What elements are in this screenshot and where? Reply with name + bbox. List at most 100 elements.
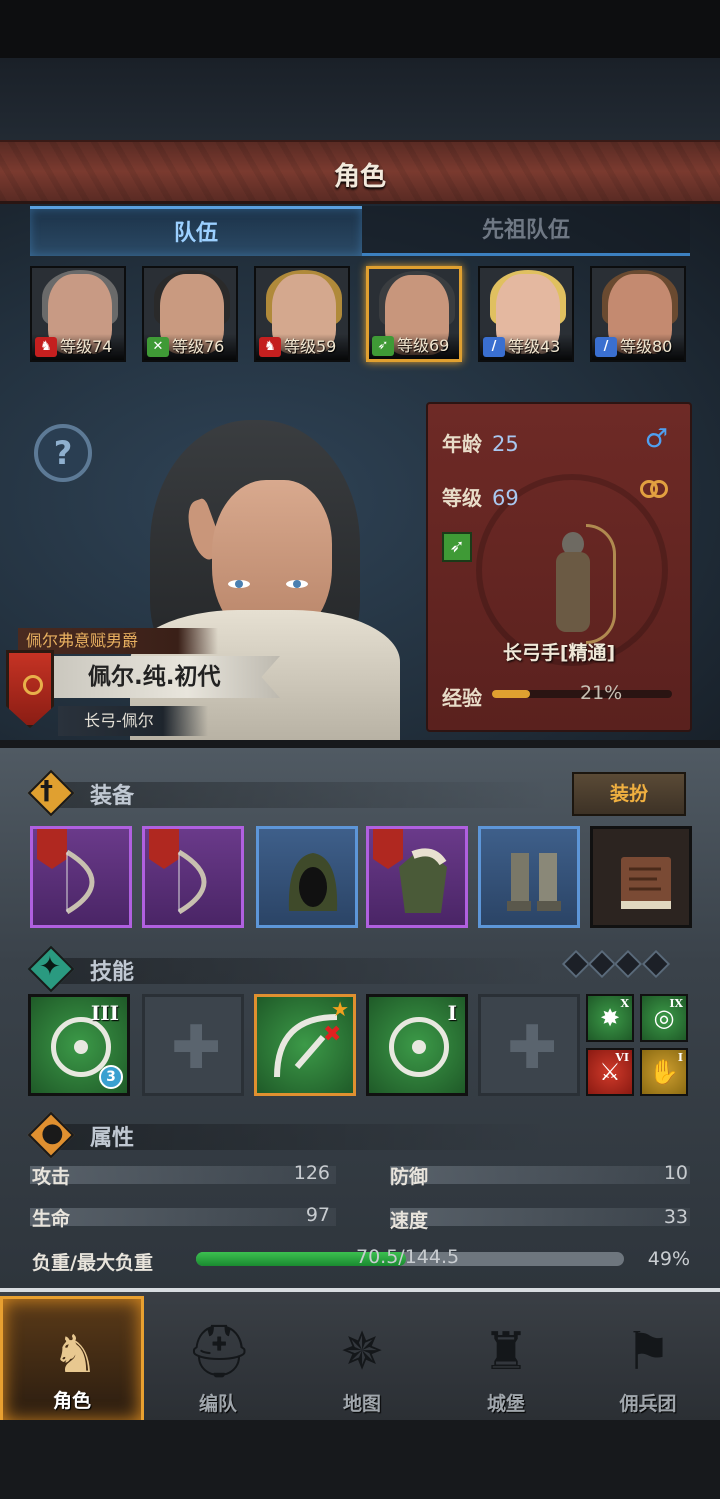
archer-figure xyxy=(528,524,618,644)
male-icon: ♂ xyxy=(644,424,668,454)
skill-slot[interactable]: III 3 xyxy=(28,994,130,1096)
skill-slot[interactable]: ✖ ★ xyxy=(254,994,356,1096)
archer-body xyxy=(556,552,590,632)
wedding-rings-icon[interactable] xyxy=(640,480,670,502)
level-row: 等级 69 xyxy=(442,482,519,511)
knight-icon: ♞ xyxy=(51,1325,99,1385)
equipment-row xyxy=(30,826,692,932)
class-name: 长弓手[精通] xyxy=(502,642,616,664)
star-icon: ★ xyxy=(331,997,349,1021)
equip-slot-weapon[interactable] xyxy=(30,826,132,928)
character-subname: 长弓-佩尔 xyxy=(58,706,208,736)
armor-icon xyxy=(399,848,447,913)
nav-label: 地图 xyxy=(342,1393,381,1415)
bow-icon: ➶ xyxy=(372,336,394,356)
defense-label: 防御 xyxy=(390,1166,429,1188)
skill-slot[interactable]: I xyxy=(366,994,468,1096)
help-button[interactable]: ? xyxy=(34,424,92,482)
level-value: 69 xyxy=(492,486,519,510)
person-icon: ● xyxy=(41,1118,64,1148)
skill-rank: I xyxy=(447,1001,457,1025)
star-icon: ✦ xyxy=(39,952,61,982)
hood-icon xyxy=(288,853,338,911)
nav-character[interactable]: ♞ 角色 xyxy=(0,1296,144,1424)
tab-team[interactable]: 队伍 xyxy=(30,206,362,256)
crest-emblem xyxy=(23,675,43,695)
nav-label: 编队 xyxy=(198,1393,237,1415)
exp-label: 经验 xyxy=(442,686,482,710)
skill-slot-empty[interactable]: ✚ xyxy=(478,994,580,1096)
crossed-swords-icon: ✕ xyxy=(147,337,169,357)
nav-label: 角色 xyxy=(52,1390,91,1412)
empty-slot-icon: ✚ xyxy=(171,1013,222,1083)
nav-mercenary[interactable]: ⚑ 佣兵团 xyxy=(576,1296,720,1424)
top-strip xyxy=(0,58,720,140)
skill-rank: VI xyxy=(615,1051,629,1064)
equip-slot-body[interactable] xyxy=(366,826,468,928)
sword-icon: / xyxy=(595,337,617,357)
hp-value: 97 xyxy=(305,1204,330,1226)
skill-count: 3 xyxy=(106,1069,116,1085)
bow-class-icon: ➶ xyxy=(442,532,472,562)
passive-skill[interactable]: ✸ X xyxy=(586,994,634,1042)
tab-ancestor-team[interactable]: 先祖队伍 xyxy=(362,206,690,256)
boots-icon xyxy=(507,853,561,911)
equip-slot-boots[interactable] xyxy=(478,826,580,928)
status-bar xyxy=(0,0,720,58)
nav-label: 城堡 xyxy=(486,1393,525,1415)
equip-slot-accessory[interactable] xyxy=(590,826,692,928)
bottom-nav: ♞ 角色 ⛑ 编队 ✵ 地图 ♜ 城堡 ⚑ 佣兵团 xyxy=(0,1288,720,1424)
age-row: 年龄 25 xyxy=(442,428,519,457)
dagger-icon: † xyxy=(40,776,53,806)
skill-row: III 3 ✚ ✖ ★ I ✚ ✸ X ◎ IX ⚔ VI ✋ I xyxy=(28,994,692,1098)
speed-value: 33 xyxy=(663,1206,688,1228)
helmet-icon: ⛑ xyxy=(186,1322,253,1382)
horse-icon: ♞ xyxy=(35,337,57,357)
hero-slot-selected[interactable]: 等级69 ➶ xyxy=(366,266,462,362)
skill-rank: I xyxy=(677,1051,683,1064)
age-value: 25 xyxy=(492,432,519,456)
gesture-area xyxy=(0,1420,720,1499)
empty-slot-icon: ✚ xyxy=(507,1013,558,1083)
speed-label: 速度 xyxy=(390,1210,429,1232)
hero-slot[interactable]: 等级76 ✕ xyxy=(142,266,238,362)
longbow-icon xyxy=(177,849,207,915)
passive-skill[interactable]: ✋ I xyxy=(640,1048,688,1096)
svg-text:✖: ✖ xyxy=(323,1022,341,1047)
attributes-title: 属性 xyxy=(90,1126,135,1151)
horse-icon: ♞ xyxy=(259,337,281,357)
longbow-icon xyxy=(65,849,95,915)
book-icon xyxy=(621,857,671,909)
equip-slot-offhand[interactable] xyxy=(142,826,244,928)
hero-slot[interactable]: 等级80 / xyxy=(590,266,686,362)
attack-value: 126 xyxy=(293,1162,330,1184)
nav-castle[interactable]: ♜ 城堡 xyxy=(434,1296,578,1424)
defense-value: 10 xyxy=(663,1162,688,1184)
nav-map[interactable]: ✵ 地图 xyxy=(290,1296,434,1424)
equip-slot-head[interactable] xyxy=(256,826,358,928)
portrait-eye xyxy=(286,580,308,588)
archer-bow xyxy=(586,524,616,644)
passive-skill[interactable]: ⚔ VI xyxy=(586,1048,634,1096)
load-label: 负重/最大负重 xyxy=(32,1252,153,1274)
dress-up-button[interactable]: 装扮 xyxy=(572,772,686,816)
hero-slot[interactable]: 等级43 / xyxy=(478,266,574,362)
nav-formation[interactable]: ⛑ 编队 xyxy=(146,1296,290,1424)
nav-label: 佣兵团 xyxy=(619,1393,677,1415)
page-header: 角色 xyxy=(0,140,720,204)
skill-rank: III xyxy=(90,1001,119,1025)
question-icon: ? xyxy=(53,434,73,472)
hero-roster: 等级74 ♞ 等级76 ✕ 等级59 ♞ 等级69 ➶ 等级43 / 等级80 … xyxy=(30,266,690,364)
character-name[interactable]: 佩尔.纯.初代 xyxy=(48,656,280,698)
load-percent: 49% xyxy=(647,1248,690,1270)
hero-slot[interactable]: 等级74 ♞ xyxy=(30,266,126,362)
castle-icon: ♜ xyxy=(482,1322,530,1382)
passive-skill[interactable]: ◎ IX xyxy=(640,994,688,1042)
skill-slot-empty[interactable]: ✚ xyxy=(142,994,244,1096)
skill-rank: X xyxy=(620,997,629,1010)
stat-card: 年龄 25 ♂ 等级 69 ➶ 长弓手[精通] 经验 21% xyxy=(426,402,692,732)
exp-percent: 21% xyxy=(580,682,623,704)
portrait-eye xyxy=(228,580,250,588)
hero-slot[interactable]: 等级59 ♞ xyxy=(254,266,350,362)
skills-section-header: ✦ 技能 xyxy=(27,945,690,993)
